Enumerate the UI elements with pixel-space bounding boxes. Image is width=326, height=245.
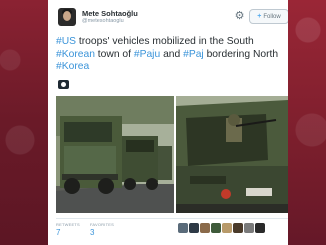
avatar[interactable] xyxy=(222,223,232,233)
avatar[interactable] xyxy=(211,223,221,233)
tweet-text-segment: and xyxy=(160,48,184,60)
retweeter-avatars xyxy=(178,223,265,233)
hashtag-link[interactable]: #Korean xyxy=(56,49,95,60)
favorites-count[interactable]: 3 xyxy=(90,228,94,237)
user-name[interactable]: Mete Sohtaoğlu xyxy=(82,9,138,18)
hashtag-link[interactable]: #Korea xyxy=(56,61,89,72)
hashtag-link[interactable]: #Paju xyxy=(134,49,160,60)
avatar[interactable] xyxy=(178,223,188,233)
avatar[interactable] xyxy=(58,8,76,26)
tweet-text-segment: town of xyxy=(94,48,134,60)
tweet-text-segment: bordering North xyxy=(203,48,279,60)
follow-button-label: Follow xyxy=(263,13,281,20)
avatar[interactable] xyxy=(189,223,199,233)
avatar[interactable] xyxy=(200,223,210,233)
avatar[interactable] xyxy=(233,223,243,233)
avatar[interactable] xyxy=(255,223,265,233)
follow-button[interactable]: + Follow xyxy=(249,9,288,24)
add-user-icon: + xyxy=(257,13,262,20)
favorites-label: FAVORITES xyxy=(90,222,114,227)
user-handle[interactable]: @metesohtaoglu xyxy=(82,18,124,24)
hashtag-link[interactable]: #US xyxy=(56,36,76,47)
tweet-photo-truck-soldier[interactable] xyxy=(176,96,288,213)
gear-icon[interactable]: ⚙ xyxy=(234,11,245,22)
background-left-panel xyxy=(0,0,48,245)
tweet-text: #US troops' vehicles mobilized in the So… xyxy=(56,36,288,74)
background-right-panel xyxy=(288,0,326,245)
tweet-text-segment: troops' vehicles mobilized in the South xyxy=(76,36,254,47)
tweet-metrics: RETWEETS 7 FAVORITES 3 xyxy=(56,218,288,245)
retweets-count[interactable]: 7 xyxy=(56,228,60,237)
hashtag-link[interactable]: #Paj xyxy=(183,49,204,60)
tweet-photo-trucks-road[interactable] xyxy=(56,96,174,213)
avatar[interactable] xyxy=(244,223,254,233)
camera-icon xyxy=(58,80,69,89)
tweet-card: Mete Sohtaoğlu @metesohtaoglu ⚙ + Follow… xyxy=(48,0,288,245)
retweets-label: RETWEETS xyxy=(56,222,80,227)
